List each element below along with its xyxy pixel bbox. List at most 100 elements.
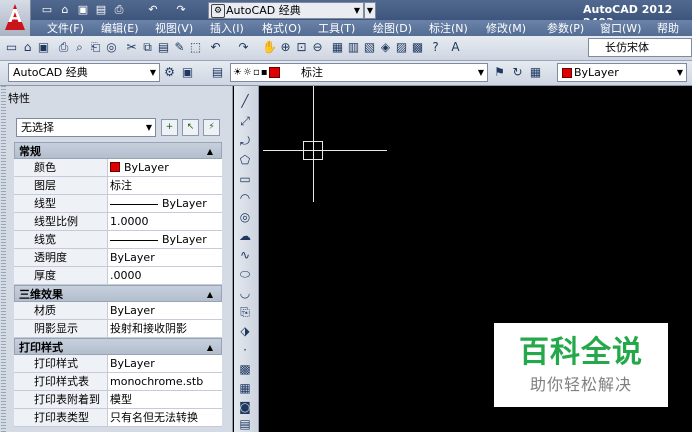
save-icon[interactable]: ▣ [36,40,51,55]
category-plot-style[interactable]: 打印样式 ▲ [14,338,222,355]
layer-previous-icon[interactable]: ↻ [510,65,525,80]
text-style-combo[interactable]: 长仿宋体 [588,38,692,57]
property-row-plot-style-table[interactable]: 打印样式表 monochrome.stb [14,373,222,391]
menu-edit[interactable]: 编辑(E) [101,22,139,35]
undo-icon[interactable]: ↶ [208,40,223,55]
menu-view[interactable]: 视图(V) [155,22,193,35]
menu-tools[interactable]: 工具(T) [318,22,355,35]
publish-icon[interactable]: ⎗ [88,40,103,55]
application-menu-button[interactable]: A [0,0,31,36]
color-combo[interactable]: ByLayer ▼ [557,63,687,82]
save-icon[interactable]: ▣ [76,3,90,16]
new-file-icon[interactable]: ▭ [40,3,54,16]
match-properties-icon[interactable]: ✎ [172,40,187,55]
properties-icon[interactable]: ▦ [330,40,345,55]
point-icon[interactable]: · [237,342,253,358]
menu-insert[interactable]: 插入(I) [210,22,244,35]
toggle-pickadd-icon[interactable]: + [161,119,178,136]
open-folder-icon[interactable]: ⌂ [58,3,72,16]
print-icon[interactable]: ⎙ [112,3,126,16]
insert-block-icon[interactable]: ⎘ [237,304,253,320]
menu-dimension[interactable]: 标注(N) [429,22,468,35]
save-as-icon[interactable]: ▤ [94,3,108,16]
construction-line-icon[interactable]: ⤢ [237,113,253,129]
zoom-window-icon[interactable]: ⊡ [294,40,309,55]
plot-icon[interactable]: ⎙ [56,40,71,55]
pan-icon[interactable]: ✋ [262,40,277,55]
category-3d-effects[interactable]: 三维效果 ▲ [14,285,222,302]
my-workspace-icon[interactable]: ▣ [180,65,195,80]
cut-icon[interactable]: ✂ [124,40,139,55]
lineweight-sample [110,239,158,241]
rectangle-icon[interactable]: ▭ [237,171,253,187]
ellipse-arc-icon[interactable]: ◡ [237,285,253,301]
polyline-icon[interactable]: ⤾ [237,133,253,149]
ellipse-icon[interactable]: ⬭ [237,266,253,282]
palette-grip[interactable] [1,86,6,432]
redo-icon[interactable]: ↷ [174,3,188,16]
property-value: 标注 [110,179,132,192]
workspace-settings-icon[interactable]: ⚙ [162,65,177,80]
property-row-plot-table-attached[interactable]: 打印表附着到 模型 [14,391,222,409]
sheet-set-icon[interactable]: ◈ [378,40,393,55]
block-editor-icon[interactable]: ⬚ [188,40,203,55]
arc-icon[interactable]: ◠ [237,190,253,206]
text-style-icon[interactable]: A [448,40,463,55]
make-block-icon[interactable]: ⬗ [237,323,253,339]
copy-icon[interactable]: ⧉ [140,40,155,55]
property-row-shadow-display[interactable]: 阴影显示 投射和接收阴影 [14,320,222,338]
zoom-realtime-icon[interactable]: ⊕ [278,40,293,55]
redo-icon[interactable]: ↷ [236,40,251,55]
help-icon[interactable]: ? [428,40,443,55]
property-row-linetype[interactable]: 线型 ByLayer [14,195,222,213]
plot-preview-icon[interactable]: ⌕ [72,40,87,55]
property-row-layer[interactable]: 图层 标注 [14,177,222,195]
spline-icon[interactable]: ∿ [237,247,253,263]
table-icon[interactable]: ▤ [237,416,253,432]
quick-select-icon[interactable]: ⚡ [203,119,220,136]
property-row-color[interactable]: 颜色 ByLayer [14,159,222,177]
category-general[interactable]: 常规 ▲ [14,142,222,159]
workspace-combo[interactable]: AutoCAD 经典 ▼ [8,63,160,82]
layer-states-icon[interactable]: ▦ [528,65,543,80]
polygon-icon[interactable]: ⬠ [237,152,253,168]
revision-cloud-icon[interactable]: ☁ [237,228,253,244]
markup-icon[interactable]: ▨ [394,40,409,55]
design-center-icon[interactable]: ▥ [346,40,361,55]
3d-dwf-icon[interactable]: ◎ [104,40,119,55]
property-row-transparency[interactable]: 透明度 ByLayer [14,249,222,267]
selection-combo[interactable]: 无选择 ▼ [16,118,156,137]
tool-palettes-icon[interactable]: ▧ [362,40,377,55]
hatch-icon[interactable]: ▩ [237,361,253,377]
color-swatch [110,162,120,172]
menu-parametric[interactable]: 参数(P) [547,22,584,35]
make-current-layer-icon[interactable]: ⚑ [492,65,507,80]
property-row-plot-style[interactable]: 打印样式 ByLayer [14,355,222,373]
menu-format[interactable]: 格式(O) [262,22,301,35]
property-row-linetype-scale[interactable]: 线型比例 1.0000 [14,213,222,231]
property-row-plot-table-type[interactable]: 打印表类型 只有名但无法转换 [14,409,222,427]
gradient-icon[interactable]: ▦ [237,380,253,396]
layer-properties-icon[interactable]: ▤ [210,65,225,80]
menu-modify[interactable]: 修改(M) [486,22,526,35]
line-icon[interactable]: ╱ [237,93,253,109]
property-row-lineweight[interactable]: 线宽 ByLayer [14,231,222,249]
property-row-thickness[interactable]: 厚度 .0000 [14,267,222,285]
layer-combo[interactable]: ☀☼▫▪ 标注 ▼ [230,63,488,82]
property-row-material[interactable]: 材质 ByLayer [14,302,222,320]
select-objects-icon[interactable]: ↖ [182,119,199,136]
region-icon[interactable]: ◙ [237,399,253,415]
open-icon[interactable]: ⌂ [20,40,35,55]
menu-window[interactable]: 窗口(W) [600,22,641,35]
zoom-previous-icon[interactable]: ⊖ [310,40,325,55]
undo-icon[interactable]: ↶ [146,3,160,16]
circle-icon[interactable]: ◎ [237,209,253,225]
lock-icon: ▫ [252,67,261,78]
quick-access-customize-button[interactable]: ▼ [364,2,376,19]
paste-icon[interactable]: ▤ [156,40,171,55]
menu-file[interactable]: 文件(F) [47,22,84,35]
qnew-icon[interactable]: ▭ [4,40,19,55]
menu-draw[interactable]: 绘图(D) [373,22,412,35]
workspace-switcher[interactable]: ⚙ AutoCAD 经典 ▼ [208,2,364,19]
calculator-icon[interactable]: ▩ [410,40,425,55]
